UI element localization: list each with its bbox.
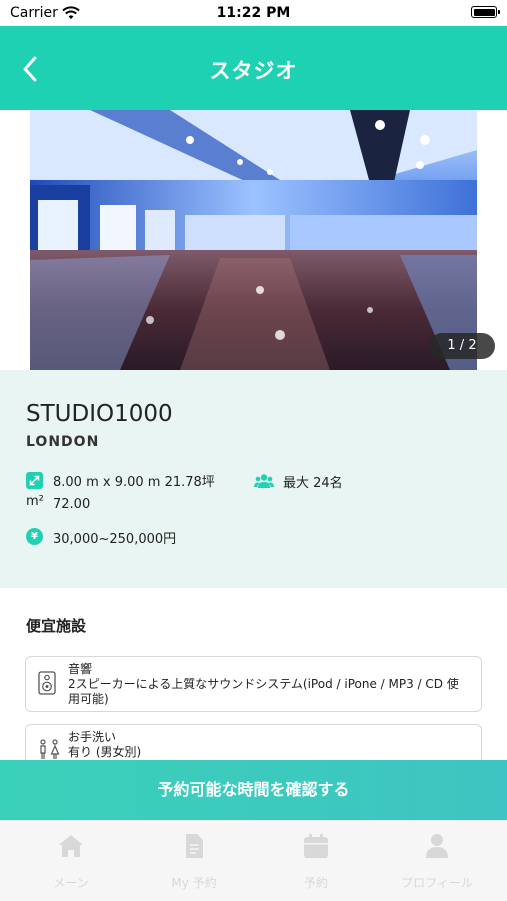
check-availability-button[interactable]: 予約可能な時間を確認する: [0, 760, 507, 820]
studio-capacity: 最大 24名: [283, 476, 343, 491]
studio-size: 8.00 m x 9.00 m 21.78坪 72.00: [53, 475, 215, 512]
navigation-bar: スタジオ: [0, 26, 507, 110]
calendar-icon: [304, 834, 328, 858]
studio-price: 30,000~250,000円: [53, 532, 177, 547]
studio-photo[interactable]: [30, 110, 477, 370]
person-icon: [426, 834, 448, 858]
resize-icon: [26, 472, 43, 489]
people-icon: [254, 473, 274, 493]
status-bar: Carrier 11:22 PM: [0, 0, 507, 26]
clock: 11:22 PM: [216, 5, 291, 21]
page-title: スタジオ: [209, 59, 298, 83]
studio-location: LONDON: [26, 434, 100, 450]
tab-profile[interactable]: プロフィール: [374, 821, 500, 901]
facilities-title: 便宜施設: [26, 617, 87, 635]
studio-name: STUDIO1000: [26, 401, 173, 427]
tab-my-reservations[interactable]: My 予約: [131, 821, 257, 901]
document-icon: [186, 834, 203, 858]
tab-label: My 予約: [171, 876, 217, 890]
tab-label: プロフィール: [401, 876, 473, 890]
tab-reserve[interactable]: 予約: [253, 821, 379, 901]
studio-info: STUDIO1000 LONDON 8.00 m x 9.00 m 21.78坪…: [0, 370, 507, 588]
facility-description: 有り (男女別): [68, 745, 142, 759]
facility-description: 2スピーカーによる上質なサウンドシステム(iPod / iPone / MP3 …: [68, 677, 459, 706]
tab-home[interactable]: メーン: [8, 821, 134, 901]
facility-item-sound: 音響 2スピーカーによる上質なサウンドシステム(iPod / iPone / M…: [25, 656, 482, 712]
yen-icon: ¥: [26, 528, 43, 545]
speaker-icon: [38, 671, 56, 699]
battery-icon: [471, 6, 500, 18]
tab-bar: メーン My 予約 予約 プロフィール: [0, 820, 507, 901]
tab-label: 予約: [303, 876, 328, 890]
tab-label: メーン: [53, 876, 89, 890]
gallery-counter: 1 / 2: [429, 333, 495, 359]
home-icon: [59, 835, 83, 857]
studio-size-unit: m²: [26, 494, 44, 509]
facility-name: 音響: [68, 662, 93, 676]
facility-name: お手洗い: [68, 730, 117, 744]
